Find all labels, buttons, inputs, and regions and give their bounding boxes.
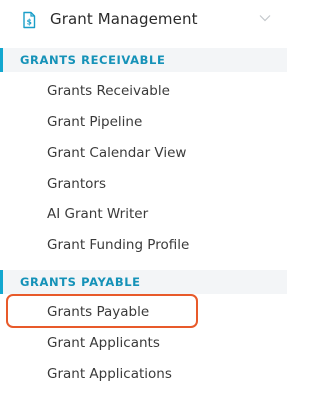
nav-item-grant-funding-profile[interactable]: Grant Funding Profile <box>47 236 189 254</box>
section-header-grants-receivable: GRANTS RECEIVABLE <box>0 48 287 72</box>
section-accent-bar <box>0 270 3 294</box>
svg-text:$: $ <box>27 17 32 26</box>
nav-item-ai-grant-writer[interactable]: AI Grant Writer <box>47 205 148 223</box>
section-label: GRANTS RECEIVABLE <box>20 53 166 67</box>
grant-management-header[interactable]: $ Grant Management <box>0 0 287 40</box>
section-label: GRANTS PAYABLE <box>20 275 141 289</box>
nav-item-grants-payable[interactable]: Grants Payable <box>47 303 149 321</box>
dollar-document-icon: $ <box>23 11 36 29</box>
nav-item-grant-pipeline[interactable]: Grant Pipeline <box>47 113 142 131</box>
nav-item-grant-applicants[interactable]: Grant Applicants <box>47 334 160 352</box>
chevron-down-icon[interactable] <box>259 14 271 22</box>
section-header-grants-payable: GRANTS PAYABLE <box>0 270 287 294</box>
sidebar: $ Grant Management GRANTS RECEIVABLE Gra… <box>0 0 287 394</box>
nav-item-grant-calendar-view[interactable]: Grant Calendar View <box>47 144 186 162</box>
nav-item-grantors[interactable]: Grantors <box>47 175 106 193</box>
section-accent-bar <box>0 48 3 72</box>
nav-item-grants-receivable[interactable]: Grants Receivable <box>47 82 170 100</box>
nav-item-grant-applications[interactable]: Grant Applications <box>47 365 172 383</box>
section-title: Grant Management <box>50 10 198 28</box>
